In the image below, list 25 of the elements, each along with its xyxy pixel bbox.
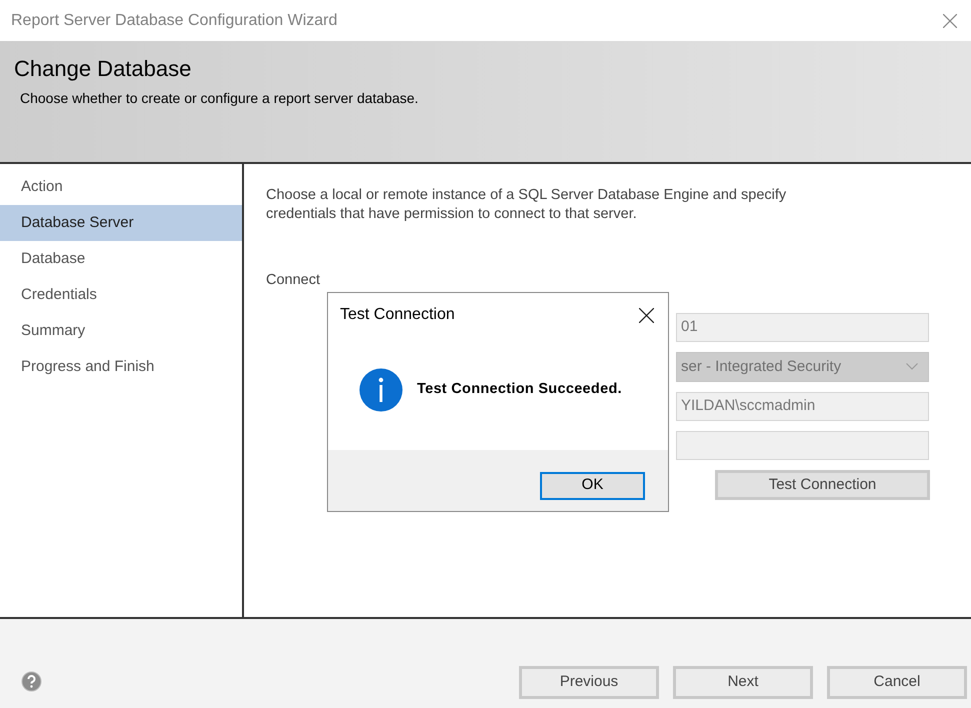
- help-icon[interactable]: [21, 671, 42, 692]
- description-text: Choose a local or remote instance of a SQL Server Database Engine and specify credentials that have permission to connect to that server.: [266, 186, 788, 224]
- input-field[interactable]: 01: [676, 312, 929, 342]
- close-icon[interactable]: [639, 308, 654, 322]
- test-connection-button[interactable]: Test Connection: [715, 470, 930, 500]
- dialog-title: Test Connection: [340, 305, 455, 325]
- sidebar-item[interactable]: Database: [0, 241, 242, 277]
- sidebar-item[interactable]: Progress and Finish: [0, 349, 242, 385]
- wizard-button[interactable]: Previous: [519, 666, 659, 699]
- sidebar-item[interactable]: Database Server: [0, 205, 242, 241]
- page-subtitle: Choose whether to create or configure a report server database.: [20, 89, 418, 108]
- input-field[interactable]: YILDAN\sccmadmin: [676, 392, 929, 421]
- wizard-button[interactable]: Cancel: [827, 666, 967, 699]
- sidebar-item[interactable]: Credentials: [0, 277, 242, 313]
- window-title: Report Server Database Configuration Wizard: [11, 10, 338, 30]
- ok-button[interactable]: OK: [540, 472, 645, 500]
- input-field[interactable]: [676, 430, 929, 460]
- chevron-down-icon[interactable]: [906, 363, 918, 370]
- page-heading: Change Database: [14, 55, 192, 83]
- dialog-message: Test Connection Succeeded.: [417, 380, 622, 399]
- info-icon: [359, 368, 403, 412]
- sidebar-item[interactable]: Action: [0, 169, 242, 205]
- section-label: Connect: [266, 271, 322, 290]
- wizard-button[interactable]: Next: [673, 666, 813, 699]
- sidebar-item[interactable]: Summary: [0, 313, 242, 349]
